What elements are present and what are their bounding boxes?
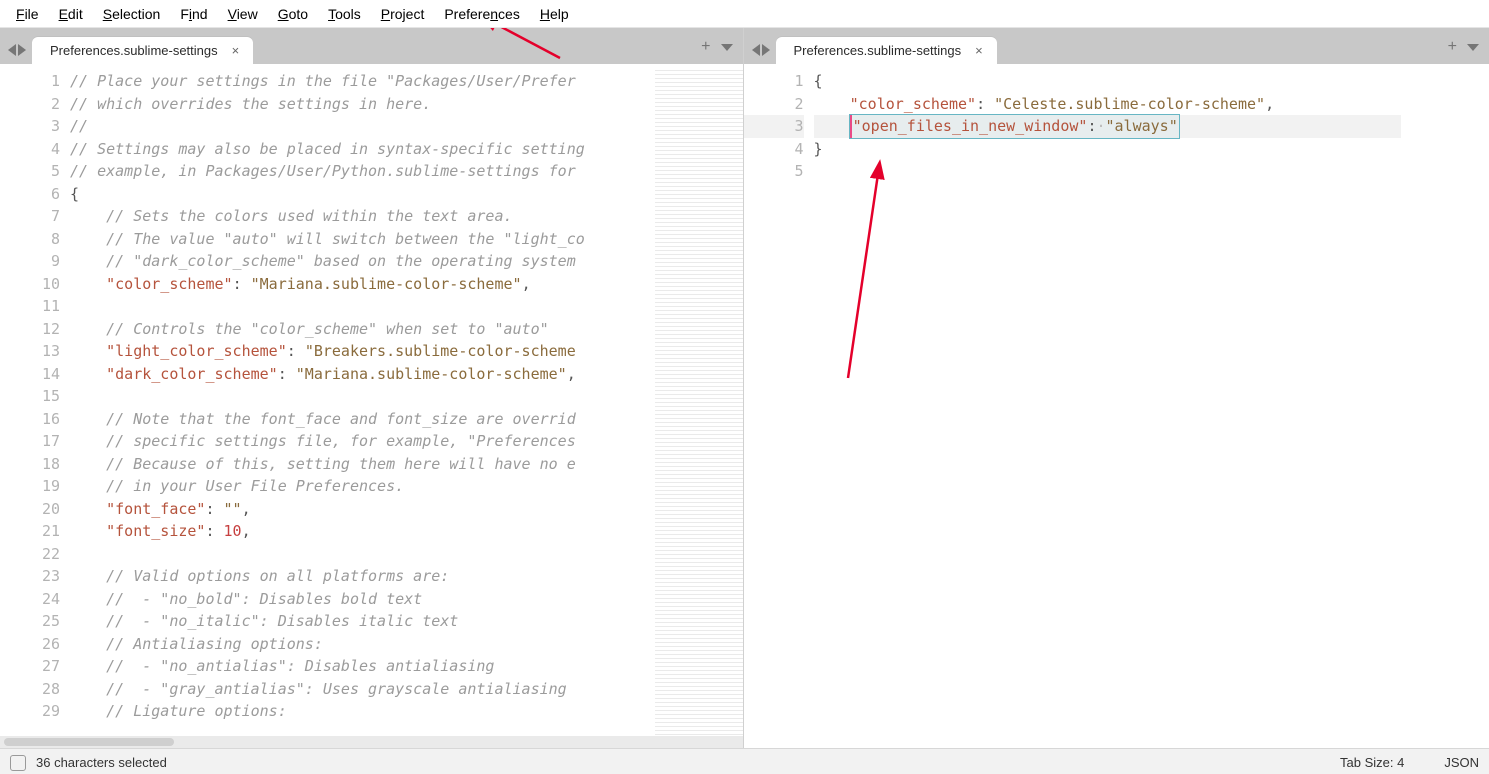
menu-tools[interactable]: Tools [318,3,371,25]
minimap-left[interactable] [655,70,743,736]
tab-title: Preferences.sublime-settings [50,43,218,58]
code-area-left[interactable]: // Place your settings in the file "Pack… [70,64,655,736]
menu-help[interactable]: Help [530,3,579,25]
gutter-right: 12345 [744,64,814,748]
panel-switcher-icon[interactable] [10,755,26,771]
left-pane: Preferences.sublime-settings × 123456789… [0,28,744,748]
tab-bar-right: Preferences.sublime-settings × [744,28,1489,64]
tab-forward-icon[interactable] [762,44,770,56]
status-bar: 36 characters selected Tab Size: 4 JSON [0,748,1489,774]
menu-bar: File Edit Selection Find View Goto Tools… [0,0,1489,28]
tab-back-icon[interactable] [752,44,760,56]
close-icon[interactable]: × [975,43,983,58]
close-icon[interactable]: × [232,43,240,58]
editor-right[interactable]: 12345 { "color_scheme": "Celeste.sublime… [744,64,1489,748]
horizontal-scrollbar[interactable] [0,736,743,748]
tab-dropdown-icon[interactable] [721,44,733,51]
tab-dropdown-icon[interactable] [1467,44,1479,51]
tab-title: Preferences.sublime-settings [794,43,962,58]
menu-edit[interactable]: Edit [49,3,93,25]
tab-preferences-left[interactable]: Preferences.sublime-settings × [32,37,253,64]
menu-project[interactable]: Project [371,3,435,25]
editor-left[interactable]: 1234567891011121314151617181920212223242… [0,64,743,736]
menu-goto[interactable]: Goto [268,3,318,25]
scrollbar-thumb[interactable] [4,738,174,746]
minimap-right[interactable] [1401,70,1489,748]
right-pane: Preferences.sublime-settings × 12345 { "… [744,28,1489,748]
status-tab-size[interactable]: Tab Size: 4 [1340,755,1404,770]
tab-bar-left: Preferences.sublime-settings × [0,28,743,64]
tab-history-nav [8,44,26,56]
tab-back-icon[interactable] [8,44,16,56]
menu-view[interactable]: View [218,3,268,25]
code-area-right[interactable]: { "color_scheme": "Celeste.sublime-color… [814,64,1402,748]
menu-preferences[interactable]: Preferences [434,3,530,25]
status-syntax[interactable]: JSON [1444,755,1479,770]
status-selection: 36 characters selected [36,755,167,770]
new-tab-icon[interactable] [701,38,710,56]
editor-split: Preferences.sublime-settings × 123456789… [0,28,1489,748]
tab-preferences-right[interactable]: Preferences.sublime-settings × [776,37,997,64]
gutter-left: 1234567891011121314151617181920212223242… [0,64,70,736]
menu-file[interactable]: File [6,3,49,25]
new-tab-icon[interactable] [1448,38,1457,56]
tab-forward-icon[interactable] [18,44,26,56]
menu-selection[interactable]: Selection [93,3,171,25]
menu-find[interactable]: Find [170,3,217,25]
tab-history-nav [752,44,770,56]
